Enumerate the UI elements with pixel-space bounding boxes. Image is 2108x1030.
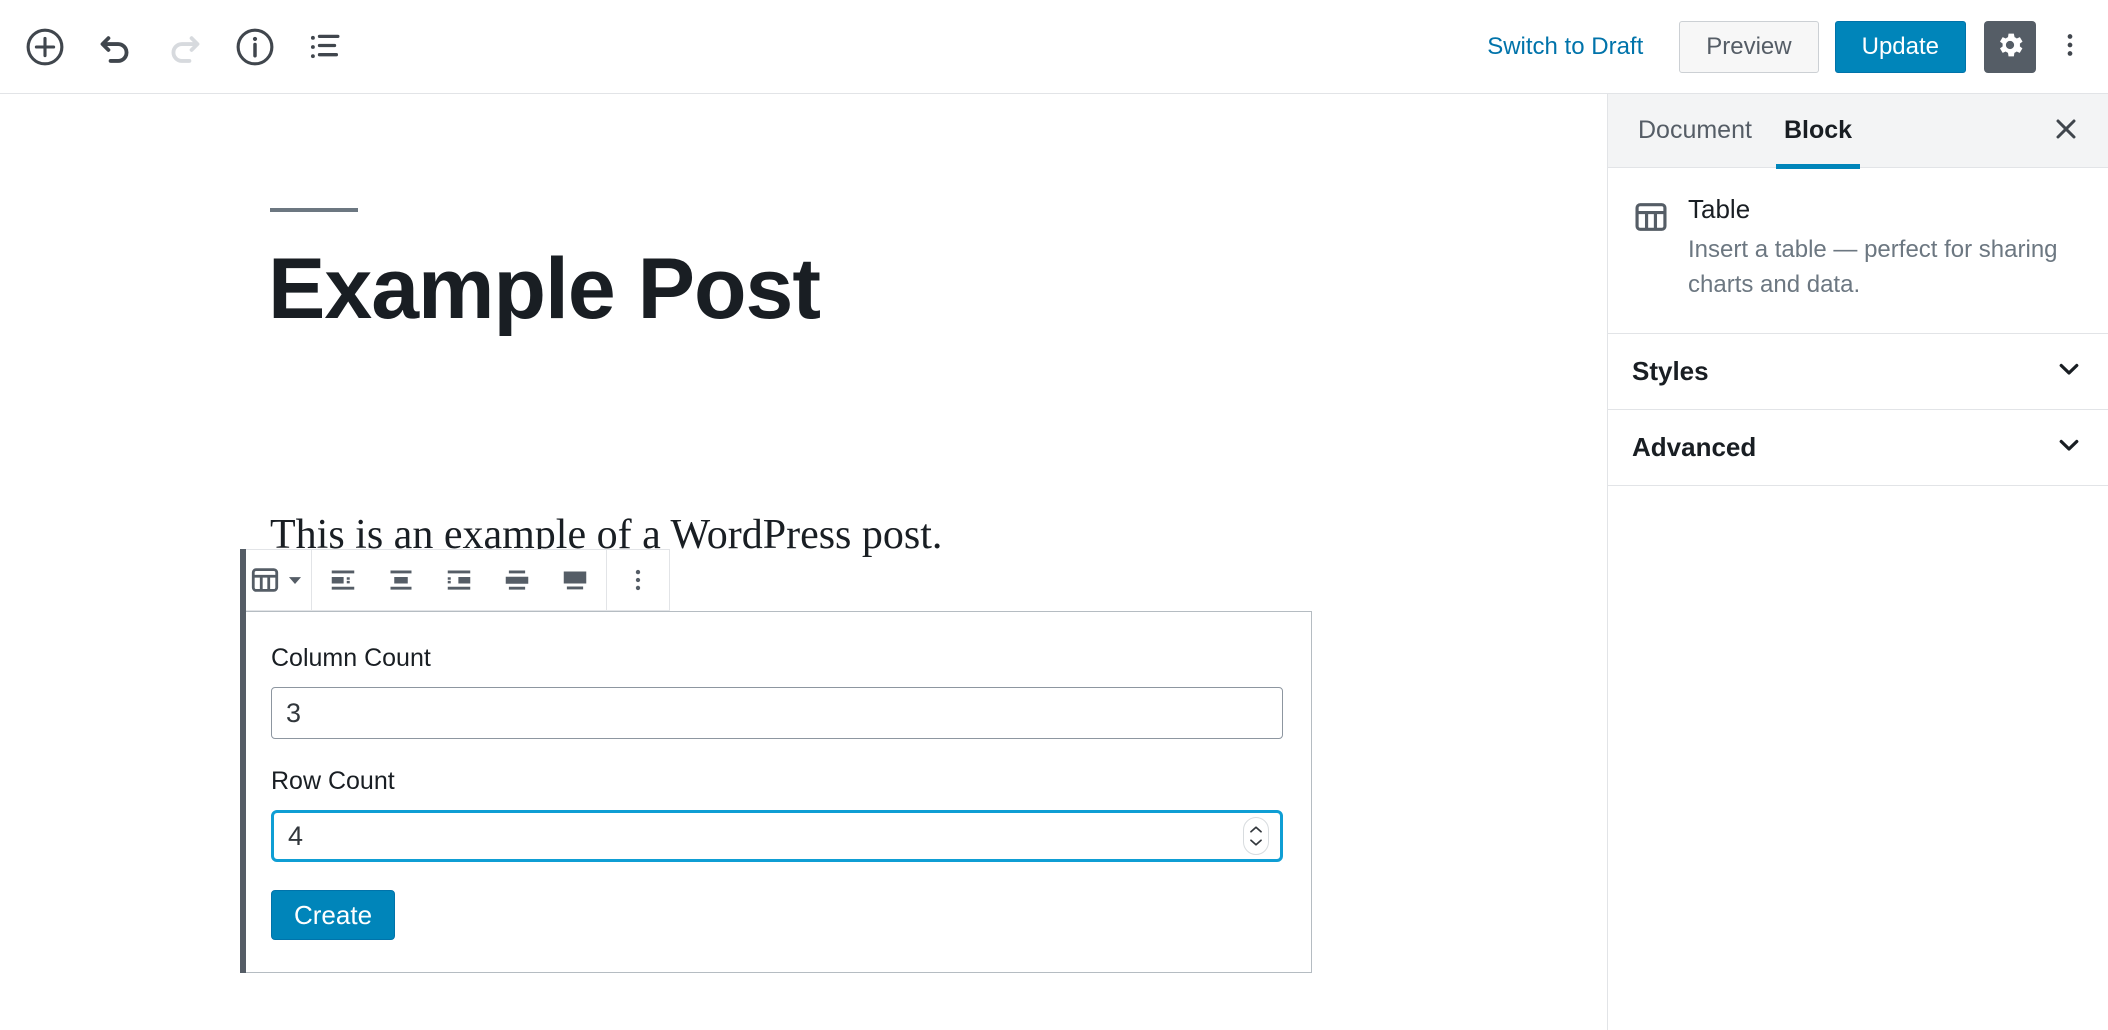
- gear-icon: [1994, 29, 2026, 64]
- block-toolbar: [240, 549, 670, 611]
- info-icon: [233, 25, 277, 69]
- add-block-icon: [23, 25, 67, 69]
- editor-canvas: Example Post This is an example of a Wor…: [0, 94, 1607, 1030]
- panel-styles-label: Styles: [1632, 355, 1709, 386]
- block-selection-indicator: [240, 549, 246, 973]
- table-icon: [249, 564, 281, 596]
- chevron-down-icon: [2054, 430, 2084, 465]
- preview-button[interactable]: Preview: [1679, 20, 1819, 73]
- align-left-button[interactable]: [314, 550, 372, 610]
- align-center-button[interactable]: [372, 550, 430, 610]
- full-width-icon: [560, 565, 590, 595]
- tab-block[interactable]: Block: [1768, 94, 1868, 169]
- wide-width-icon: [502, 565, 532, 595]
- create-table-button[interactable]: Create: [271, 890, 396, 940]
- title-divider-dash: [270, 208, 358, 212]
- caret-down-icon: [287, 572, 303, 588]
- list-view-icon: [303, 25, 347, 69]
- wide-width-button[interactable]: [488, 550, 546, 610]
- add-block-button[interactable]: [14, 16, 76, 78]
- panel-advanced-label: Advanced: [1632, 431, 1757, 462]
- column-count-input[interactable]: [271, 687, 1283, 739]
- header-right-actions: Switch to Draft Preview Update: [1471, 20, 2108, 73]
- block-info-card: Table Insert a table — perfect for shari…: [1608, 168, 2108, 334]
- settings-button[interactable]: [1984, 20, 2036, 73]
- block-more-group: [607, 550, 669, 610]
- undo-button[interactable]: [84, 16, 146, 78]
- panel-advanced[interactable]: Advanced: [1608, 409, 2108, 486]
- update-button[interactable]: Update: [1834, 20, 1966, 73]
- undo-icon: [93, 25, 137, 69]
- block-more-options-button[interactable]: [609, 550, 667, 610]
- switch-to-draft-link[interactable]: Switch to Draft: [1471, 23, 1659, 71]
- chevron-down-icon: [2054, 354, 2084, 389]
- block-title: Table: [1688, 194, 1751, 224]
- more-options-button[interactable]: [2046, 21, 2094, 73]
- table-icon: [1632, 194, 1670, 303]
- stepper-up-icon: [1250, 826, 1262, 833]
- panel-styles[interactable]: Styles: [1608, 333, 2108, 410]
- settings-sidebar: Document Block Table Insert a table — pe…: [1607, 94, 2108, 1030]
- align-left-icon: [328, 565, 358, 595]
- stepper-down-icon: [1250, 839, 1262, 846]
- tab-document[interactable]: Document: [1622, 94, 1768, 168]
- post-title[interactable]: Example Post: [268, 242, 821, 337]
- alignment-group: [312, 550, 607, 610]
- full-width-button[interactable]: [546, 550, 604, 610]
- align-center-icon: [386, 565, 416, 595]
- row-count-field: [271, 810, 1283, 862]
- content-info-button[interactable]: [224, 16, 286, 78]
- sidebar-tabs: Document Block: [1608, 94, 2108, 169]
- row-count-input[interactable]: [271, 810, 1283, 862]
- column-count-field: [271, 687, 1283, 739]
- ellipsis-vertical-icon: [2055, 30, 2085, 63]
- redo-button[interactable]: [154, 16, 216, 78]
- header-left-toolbar: [0, 16, 356, 78]
- close-icon: [2051, 114, 2081, 147]
- row-count-stepper[interactable]: [1243, 817, 1269, 855]
- table-block-placeholder: Column Count Row Count Create: [240, 611, 1312, 973]
- close-sidebar-button[interactable]: [2042, 107, 2090, 155]
- block-description: Insert a table — perfect for sharing cha…: [1688, 236, 2058, 298]
- block-type-switcher-button[interactable]: [243, 550, 309, 610]
- align-right-button[interactable]: [430, 550, 488, 610]
- ellipsis-vertical-icon: [624, 566, 652, 594]
- table-placeholder-form: Column Count Row Count Create: [241, 612, 1311, 970]
- block-type-group: [241, 550, 312, 610]
- align-right-icon: [444, 565, 474, 595]
- editor-header: Switch to Draft Preview Update: [0, 0, 2108, 94]
- redo-icon: [163, 25, 207, 69]
- block-info-text: Table Insert a table — perfect for shari…: [1688, 194, 2068, 303]
- column-count-label: Column Count: [271, 644, 431, 672]
- block-navigation-button[interactable]: [294, 16, 356, 78]
- row-count-label: Row Count: [271, 767, 395, 795]
